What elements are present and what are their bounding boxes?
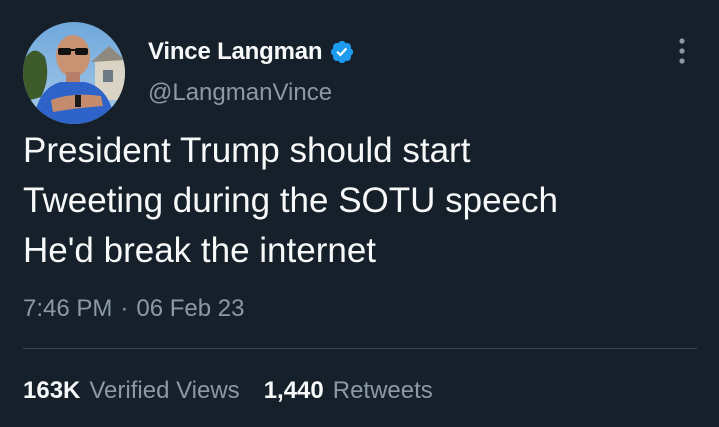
views-label: Verified Views bbox=[89, 377, 240, 404]
views-count: 163K bbox=[23, 377, 81, 404]
retweets-stat[interactable]: 1,440 Retweets bbox=[264, 377, 433, 405]
tweet-time: 7:46 PM bbox=[23, 295, 113, 322]
views-stat[interactable]: 163K Verified Views bbox=[23, 377, 240, 405]
tweet-date: 06 Feb 23 bbox=[136, 295, 245, 322]
timestamp-separator: · bbox=[120, 295, 129, 322]
author-display-name[interactable]: Vince Langman bbox=[148, 38, 323, 66]
avatar[interactable] bbox=[23, 22, 125, 124]
tweet-text-line: President Trump should start bbox=[23, 131, 471, 170]
more-vertical-icon[interactable] bbox=[671, 36, 693, 66]
divider bbox=[23, 348, 697, 349]
tweet-text-line: He'd break the internet bbox=[23, 231, 377, 270]
tweet-text-line: Tweeting during the SOTU speech bbox=[23, 181, 559, 220]
tweet-stats: 163K Verified Views 1,440 Retweets bbox=[23, 375, 433, 407]
author-handle[interactable]: @LangmanVince bbox=[148, 79, 332, 107]
tweet-timestamp[interactable]: 7:46 PM · 06 Feb 23 bbox=[23, 293, 244, 325]
tweet-text: President Trump should start Tweeting du… bbox=[23, 126, 703, 276]
author-name-row: Vince Langman bbox=[148, 35, 355, 69]
retweets-label: Retweets bbox=[332, 377, 433, 404]
retweets-count: 1,440 bbox=[263, 377, 324, 404]
verified-badge-icon[interactable] bbox=[329, 39, 355, 65]
avatar-photo bbox=[23, 22, 125, 124]
